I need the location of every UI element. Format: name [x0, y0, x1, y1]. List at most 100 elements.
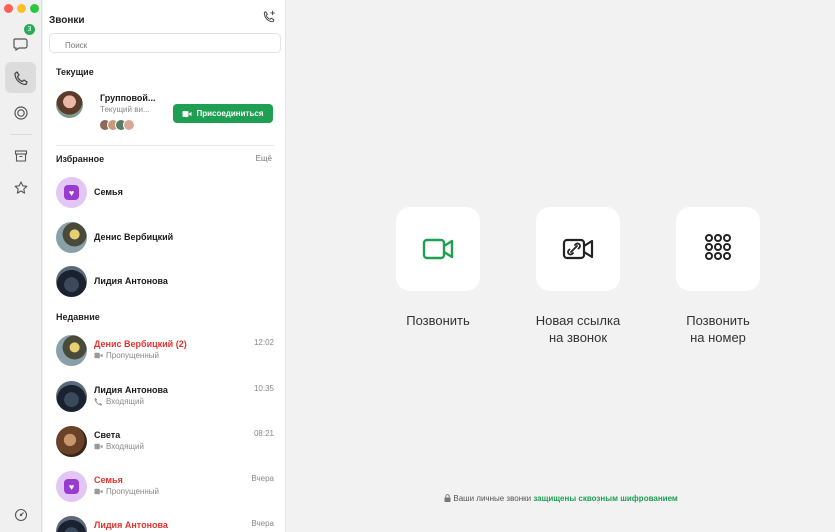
caller-name: Денис Вербицкий (2): [94, 339, 187, 349]
dialpad-button[interactable]: [676, 207, 760, 291]
recent-call-row[interactable]: Лидия Антонова Вчера: [56, 515, 274, 532]
participant-avatars: [99, 119, 135, 131]
caller-name: Лидия Антонова: [94, 385, 168, 395]
rail-calls-button[interactable]: [5, 62, 36, 93]
call-status: Пропущенный: [94, 351, 159, 360]
current-call-name: Групповой...: [100, 93, 156, 103]
main-area: Позвонить Новая ссылка на звонок Позвони…: [287, 0, 835, 532]
video-camera-icon: [94, 352, 103, 359]
video-camera-icon: [182, 110, 192, 117]
join-call-button[interactable]: Присоединиться: [173, 104, 273, 123]
favorites-more-link[interactable]: Ещё: [256, 154, 272, 163]
phone-icon: [13, 70, 28, 85]
favorite-item-family[interactable]: ♥ Семья: [56, 176, 274, 210]
dialpad-icon: [705, 234, 731, 260]
caller-name: Света: [94, 430, 121, 440]
archive-icon: [14, 149, 27, 162]
avatar: [56, 335, 87, 366]
call-time: Вчера: [251, 474, 274, 483]
call-status: Входящий: [94, 442, 144, 451]
call-status-label: Входящий: [106, 442, 144, 451]
search-input[interactable]: [49, 33, 281, 53]
favorite-name: Лидия Антонова: [94, 276, 168, 286]
avatar: [56, 266, 87, 297]
current-section-title: Текущие: [56, 67, 94, 77]
unread-badge: 3: [24, 24, 35, 35]
dialpad-label-line2: на номер: [690, 330, 746, 345]
video-call-label: Позвонить: [368, 312, 508, 329]
section-divider: [56, 145, 274, 146]
avatar: ♥: [56, 471, 87, 502]
call-time: 10:35: [253, 384, 274, 393]
rail-chats-button[interactable]: 3: [5, 24, 36, 59]
phone-icon: [94, 397, 103, 406]
zoom-window-button[interactable]: [30, 4, 39, 13]
dialpad-label: Позвонить на номер: [648, 312, 788, 346]
favorites-section-title: Избранное: [56, 154, 105, 164]
current-call-row[interactable]: Групповой... Текущий ви... Присоединитьс…: [56, 88, 274, 136]
panel-title: Звонки: [49, 15, 85, 26]
call-time: 12:02: [253, 338, 274, 347]
rail-divider: [10, 134, 32, 135]
call-status-label: Входящий: [106, 397, 144, 406]
current-call-subtitle: Текущий ви...: [100, 105, 150, 114]
encryption-note: Ваши личные звонки защищены сквозным шиф…: [287, 494, 835, 503]
rail-favorites-button[interactable]: [5, 172, 36, 203]
window-controls: [4, 4, 39, 13]
link-camera-icon: [562, 238, 594, 260]
avatar: [56, 516, 87, 532]
video-call-label-line1: Позвонить: [406, 313, 470, 328]
avatar: [56, 91, 83, 118]
avatar: [56, 222, 87, 253]
heart-icon: ♥: [64, 185, 79, 200]
dialpad-label-line1: Позвонить: [686, 313, 750, 328]
recent-call-row[interactable]: Лидия Антонова Входящий 10:35: [56, 380, 274, 414]
rail-archive-button[interactable]: [5, 140, 36, 171]
rail-stories-button[interactable]: [5, 97, 36, 128]
caller-name: Семья: [94, 475, 123, 485]
recent-call-row[interactable]: Света Входящий 08:21: [56, 425, 274, 459]
video-camera-icon: [94, 443, 103, 450]
minimize-window-button[interactable]: [17, 4, 26, 13]
new-call-link-button[interactable]: [536, 207, 620, 291]
favorite-name: Семья: [94, 187, 123, 197]
new-call-link-label: Новая ссылка на звонок: [508, 312, 648, 346]
recent-call-row[interactable]: Денис Вербицкий (2) Пропущенный 12:02: [56, 334, 274, 368]
video-camera-icon: [422, 238, 454, 260]
circle-icon: [13, 105, 28, 120]
caller-name: Лидия Антонова: [94, 520, 168, 530]
call-time: 08:21: [253, 429, 274, 438]
avatar: [56, 381, 87, 412]
favorite-name: Денис Вербицкий: [94, 232, 174, 242]
panel-header: Звонки: [49, 9, 277, 26]
recent-call-row[interactable]: ♥ Семья Пропущенный Вчера: [56, 470, 274, 504]
avatar: [123, 119, 135, 131]
new-call-link-label-line1: Новая ссылка: [535, 313, 621, 328]
call-status-label: Пропущенный: [106, 351, 159, 360]
avatar: ♥: [56, 177, 87, 208]
call-status: Входящий: [94, 397, 144, 406]
call-status-label: Пропущенный: [106, 487, 159, 496]
rail-settings-button[interactable]: [5, 499, 36, 530]
left-rail: 3: [0, 0, 42, 532]
chat-bubble-icon: [12, 37, 28, 51]
avatar: [56, 426, 87, 457]
lock-icon: [444, 494, 451, 502]
close-window-button[interactable]: [4, 4, 13, 13]
favorite-item-denis[interactable]: Денис Вербицкий: [56, 221, 274, 255]
calls-panel: Звонки Текущие Групповой... Текущий ви..…: [43, 0, 286, 532]
call-time: Вчера: [251, 519, 274, 528]
favorite-item-lidia[interactable]: Лидия Антонова: [56, 265, 274, 299]
video-camera-icon: [94, 488, 103, 495]
add-call-icon[interactable]: [263, 9, 277, 23]
heart-icon: ♥: [64, 479, 79, 494]
new-call-link-label-line2: на звонок: [548, 330, 608, 345]
settings-icon: [14, 508, 27, 521]
join-call-label: Присоединиться: [196, 109, 264, 118]
recent-section-title: Недавние: [56, 312, 100, 322]
encryption-link[interactable]: защищены сквозным шифрованием: [533, 494, 678, 503]
video-call-button[interactable]: [396, 207, 480, 291]
encryption-text: Ваши личные звонки: [453, 494, 532, 503]
star-icon: [14, 180, 27, 194]
call-status: Пропущенный: [94, 487, 159, 496]
